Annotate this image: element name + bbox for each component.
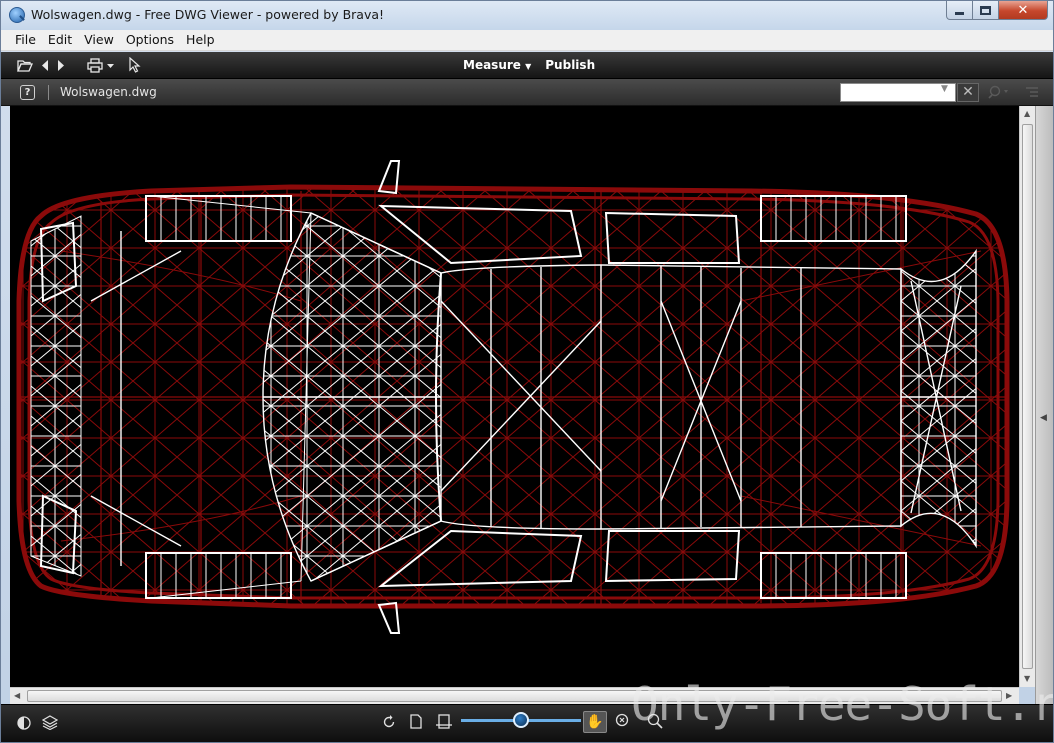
search-icon[interactable] [987,85,1009,99]
rotate-icon[interactable] [382,715,396,729]
panel-expand-icon: ◀ [1040,413,1047,423]
title-bar[interactable]: Wolswagen.dwg - Free DWG Viewer - powere… [1,1,1053,30]
print-dropdown-icon[interactable] [107,64,114,68]
help-button[interactable]: ? [20,85,35,100]
maximize-button[interactable] [972,1,999,20]
close-icon: ✕ [1017,2,1029,18]
app-window: Wolswagen.dwg - Free DWG Viewer - powere… [0,0,1054,743]
vertical-scroll-thumb[interactable] [1022,124,1033,669]
main-toolbar: Measure ▼ Publish [1,52,1053,79]
side-panel-toggle[interactable]: ◀ [1035,106,1053,704]
measure-menu-button[interactable]: Measure ▼ [463,58,531,72]
menu-bar: File Edit View Options Help [1,30,1053,51]
search-input[interactable] [840,83,956,102]
measure-label: Measure [463,58,521,72]
pan-hand-button[interactable]: ✋ [583,711,607,733]
minimize-button[interactable] [946,1,973,20]
list-view-icon[interactable] [1026,87,1038,97]
car-wireframe-drawing [16,160,1010,634]
car-body [16,184,1010,609]
folder-open-icon[interactable] [17,59,33,72]
menu-edit[interactable]: Edit [42,30,78,50]
search-dropdown-icon[interactable]: ▼ [941,84,948,94]
minimize-icon [955,11,964,15]
drawing-viewport[interactable] [10,106,1019,687]
page-icon[interactable] [410,714,422,729]
menu-help[interactable]: Help [180,30,221,50]
forward-arrow-icon[interactable] [57,60,65,71]
menu-options[interactable]: Options [120,30,180,50]
menu-view[interactable]: View [78,30,120,50]
pan-hand-icon: ✋ [586,714,604,730]
layers-icon[interactable] [42,715,58,730]
window-title: Wolswagen.dwg - Free DWG Viewer - powere… [31,7,385,22]
watermark-text: Only-Free-Soft.ru [631,677,1054,731]
brava-app-icon [9,7,25,23]
document-tab[interactable]: Wolswagen.dwg [60,85,157,99]
publish-button[interactable]: Publish [545,58,595,72]
scroll-up-icon[interactable]: ▲ [1024,109,1030,118]
back-arrow-icon[interactable] [41,60,49,71]
zoom-extents-icon[interactable] [615,713,631,729]
zoom-slider-thumb[interactable] [513,712,529,728]
toolbar-center-group: Measure ▼ Publish [463,58,595,72]
fit-width-icon[interactable] [436,714,452,729]
tab-divider [48,85,49,100]
search-clear-button[interactable]: ✕ [957,83,979,102]
select-arrow-icon[interactable] [129,57,141,73]
print-icon[interactable] [87,58,103,73]
chevron-down-icon: ▼ [525,62,532,71]
menu-file[interactable]: File [9,30,42,50]
close-button[interactable]: ✕ [998,1,1048,20]
close-icon: ✕ [962,84,974,100]
document-tab-strip: ? Wolswagen.dwg ▼ ✕ [1,79,1053,106]
layers-contrast-icon[interactable] [17,716,31,730]
maximize-icon [980,5,991,15]
scroll-left-icon[interactable]: ◀ [14,691,20,700]
vertical-scrollbar[interactable]: ▲ ▼ [1019,106,1035,687]
